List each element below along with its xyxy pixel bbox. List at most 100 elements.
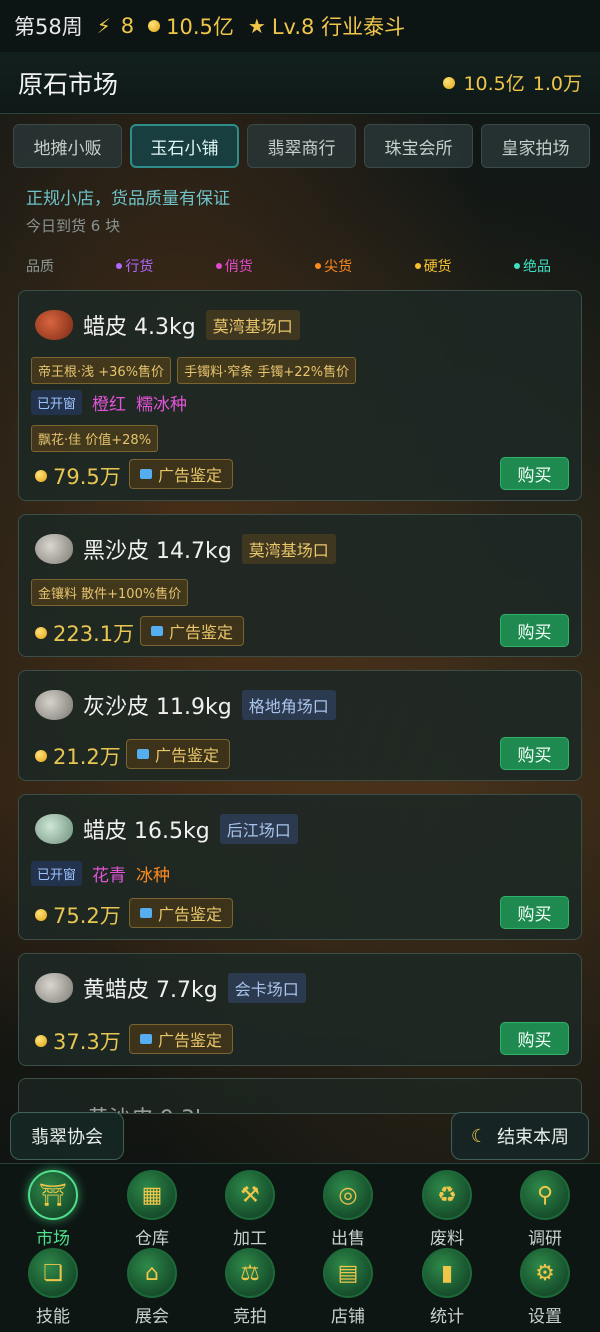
ad-appraise-button[interactable]: 广告鉴定 bbox=[140, 616, 245, 646]
coin-icon bbox=[35, 470, 47, 482]
tab-street-vendor[interactable]: 地摊小贩 bbox=[13, 124, 122, 168]
nav-label: 技能 bbox=[36, 1307, 70, 1327]
rough-stone-icon bbox=[35, 310, 73, 340]
page-title: 原石市场 bbox=[18, 69, 119, 99]
origin-badge: 莫湾基场口 bbox=[241, 534, 336, 564]
window-info: 已开窗 橙红 糯冰种 bbox=[31, 390, 187, 415]
coin-icon bbox=[148, 20, 161, 32]
buy-button[interactable]: 购买 bbox=[500, 614, 569, 647]
card-title-row: 灰沙皮 11.9kg 格地角场口 bbox=[35, 689, 336, 721]
money-display: 10.5亿 bbox=[148, 11, 234, 41]
stone-card-partial: 黄沙皮 9.3kg bbox=[18, 1078, 582, 1114]
tab-jade-shop[interactable]: 玉石小铺 bbox=[130, 124, 239, 168]
trait-tags: 金镶料 散件+100%售价 bbox=[31, 579, 189, 606]
nav-label: 仓库 bbox=[135, 1229, 169, 1249]
legend-item: 俏货 bbox=[215, 256, 253, 276]
ad-label: 广告鉴定 bbox=[155, 746, 220, 765]
page-header: 原石市场 10.5亿 1.0万 bbox=[0, 52, 600, 114]
jadeite-association-button[interactable]: 翡翠协会 bbox=[10, 1112, 124, 1160]
money-value: 10.5亿 bbox=[166, 15, 234, 39]
end-week-label: 结束本周 bbox=[497, 1127, 570, 1148]
ad-appraise-button[interactable]: 广告鉴定 bbox=[126, 739, 231, 769]
jade-color: 花青 bbox=[92, 866, 127, 886]
nav-label: 市场 bbox=[36, 1229, 70, 1249]
trait-tag: 金镶料 散件+100%售价 bbox=[31, 579, 189, 606]
tv-icon bbox=[140, 908, 152, 918]
nav-label: 出售 bbox=[331, 1229, 365, 1249]
tv-icon bbox=[140, 469, 152, 479]
price-value: 21.2万 bbox=[53, 745, 121, 769]
dot-icon bbox=[116, 263, 123, 269]
nav-sell[interactable]: ◎ 出售 bbox=[308, 1170, 388, 1250]
legend-item: 绝品 bbox=[513, 256, 551, 276]
star-icon: ★ bbox=[247, 14, 266, 38]
jade-type: 冰种 bbox=[136, 866, 171, 886]
chart-icon: ▮ bbox=[422, 1248, 472, 1298]
stone-name: 黑沙皮 14.7kg bbox=[83, 539, 232, 564]
nav-label: 调研 bbox=[528, 1229, 562, 1249]
nav-label: 设置 bbox=[528, 1307, 562, 1327]
end-week-button[interactable]: ☾ 结束本周 bbox=[451, 1112, 589, 1160]
stone-card: 黑沙皮 14.7kg 莫湾基场口 金镶料 散件+100%售价 223.1万 广告… bbox=[18, 514, 582, 657]
tv-icon bbox=[140, 1034, 152, 1044]
price-value: 75.2万 bbox=[53, 904, 121, 928]
price: 79.5万 bbox=[35, 461, 121, 491]
legend-item: 行货 bbox=[116, 256, 153, 276]
buy-button[interactable]: 购买 bbox=[500, 457, 569, 490]
week-counter: 第58周 bbox=[14, 15, 83, 39]
tab-royal-auction[interactable]: 皇家拍场 bbox=[481, 124, 590, 168]
stone-card: 蜡皮 4.3kg 莫湾基场口 帝王根·浅 +36%售价 手镯料·窄条 手镯+22… bbox=[18, 290, 582, 501]
nav-label: 店铺 bbox=[331, 1307, 365, 1327]
nav-exhibition[interactable]: ⌂ 展会 bbox=[112, 1248, 192, 1328]
trait-tag: 手镯料·窄条 手镯+22%售价 bbox=[177, 357, 357, 384]
tab-jadeite-firm[interactable]: 翡翠商行 bbox=[247, 124, 356, 168]
origin-badge: 莫湾基场口 bbox=[205, 310, 300, 340]
dot-icon bbox=[215, 263, 222, 269]
ad-appraise-button[interactable]: 广告鉴定 bbox=[129, 459, 234, 489]
buy-button[interactable]: 购买 bbox=[500, 1022, 569, 1055]
trait-tag: 飘花·佳 价值+28% bbox=[31, 425, 159, 452]
nav-research[interactable]: ⚲ 调研 bbox=[505, 1170, 585, 1250]
museum-icon: ⌂ bbox=[127, 1248, 177, 1298]
buy-button[interactable]: 购买 bbox=[500, 896, 569, 929]
stone-card: 灰沙皮 11.9kg 格地角场口 21.2万 广告鉴定 购买 bbox=[18, 670, 582, 781]
nav-market[interactable]: ⛩ 市场 bbox=[13, 1170, 93, 1250]
card-title-row: 蜡皮 4.3kg 莫湾基场口 bbox=[35, 309, 300, 341]
card-title-row: 黑沙皮 14.7kg 莫湾基场口 bbox=[35, 533, 336, 565]
nav-settings[interactable]: ⚙ 设置 bbox=[505, 1248, 585, 1328]
nav-processing[interactable]: ⚒ 加工 bbox=[210, 1170, 290, 1250]
ad-label: 广告鉴定 bbox=[169, 623, 234, 642]
balance-main: 10.5亿 bbox=[463, 73, 525, 95]
nav-statistics[interactable]: ▮ 统计 bbox=[407, 1248, 487, 1328]
trait-tag: 帝王根·浅 +36%售价 bbox=[31, 357, 172, 384]
magnifier-icon: ⚲ bbox=[520, 1170, 570, 1220]
tv-icon bbox=[137, 749, 149, 759]
moon-icon: ☾ bbox=[470, 1125, 488, 1147]
nav-scrap[interactable]: ♻ 废料 bbox=[407, 1170, 487, 1250]
ad-appraise-button[interactable]: 广告鉴定 bbox=[129, 1024, 234, 1054]
tv-icon bbox=[151, 626, 163, 636]
nav-auction[interactable]: ⚖ 竞拍 bbox=[210, 1248, 290, 1328]
ad-label: 广告鉴定 bbox=[158, 1031, 223, 1050]
status-bar: 第58周 ⚡ 8 10.5亿 ★ Lv.8 行业泰斗 bbox=[0, 0, 600, 52]
coin-icon bbox=[35, 1035, 47, 1047]
buy-button[interactable]: 购买 bbox=[500, 737, 569, 770]
legend-item: 硬货 bbox=[414, 256, 452, 276]
trait-tags: 飘花·佳 价值+28% bbox=[31, 425, 159, 452]
tab-jewelry-club[interactable]: 珠宝会所 bbox=[364, 124, 473, 168]
price-value: 37.3万 bbox=[53, 1030, 121, 1054]
trait-tags: 帝王根·浅 +36%售价 手镯料·窄条 手镯+22%售价 bbox=[31, 357, 357, 384]
price-value: 79.5万 bbox=[53, 465, 121, 489]
recycle-icon: ♻ bbox=[422, 1170, 472, 1220]
ad-appraise-button[interactable]: 广告鉴定 bbox=[129, 898, 234, 928]
gavel-icon: ⚖ bbox=[225, 1248, 275, 1298]
nav-warehouse[interactable]: ▦ 仓库 bbox=[112, 1170, 192, 1250]
jade-color: 橙红 bbox=[92, 395, 127, 415]
warehouse-icon: ▦ bbox=[127, 1170, 177, 1220]
origin-badge: 会卡场口 bbox=[227, 973, 306, 1003]
nav-shop[interactable]: ▤ 店铺 bbox=[308, 1248, 388, 1328]
stone-name: 灰沙皮 11.9kg bbox=[83, 695, 232, 720]
market-tabs: 地摊小贩 玉石小铺 翡翠商行 珠宝会所 皇家拍场 bbox=[13, 124, 590, 168]
nav-skills[interactable]: ❏ 技能 bbox=[13, 1248, 93, 1328]
shop-description: 正规小店，货品质量有保证 bbox=[26, 189, 230, 209]
